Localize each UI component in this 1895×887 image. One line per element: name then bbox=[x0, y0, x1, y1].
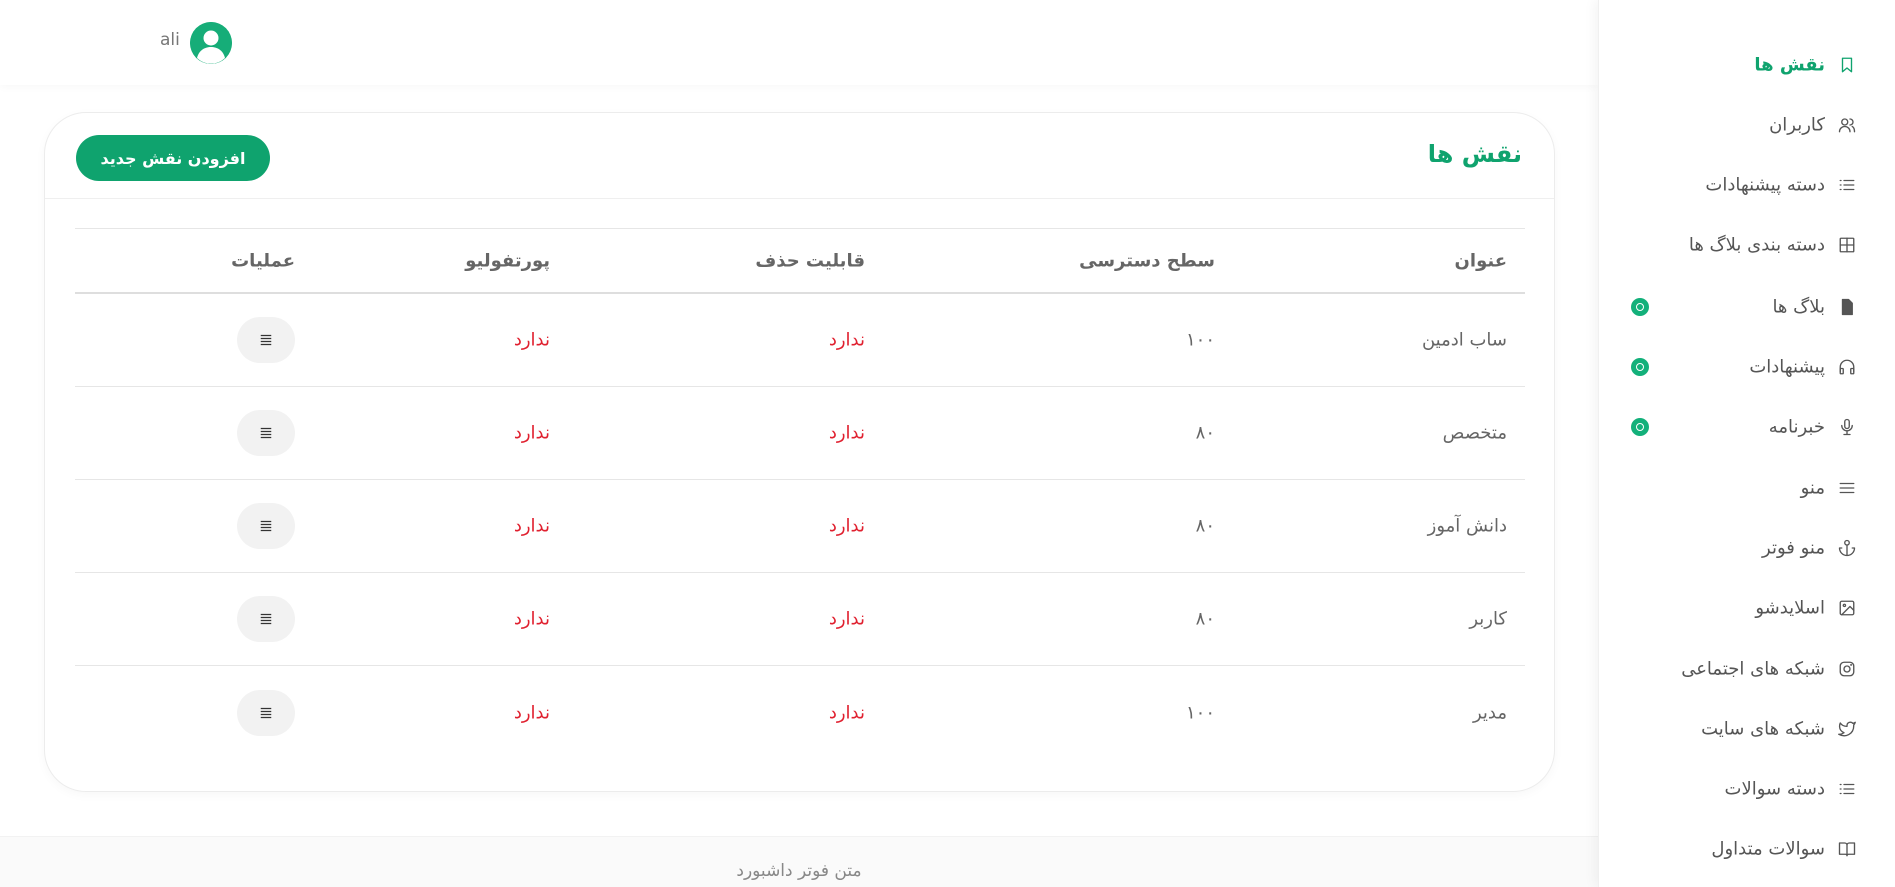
sidebar-item-newsletter[interactable]: خبرنامه bbox=[1598, 407, 1895, 447]
instagram-icon bbox=[1837, 659, 1857, 679]
avatar[interactable] bbox=[190, 22, 232, 64]
sidebar: نقش ها کاربران دسته پیشنهادات دسته بندی … bbox=[1598, 0, 1895, 887]
role-access-level: ۱۰۰ bbox=[1185, 329, 1215, 351]
menu-icon bbox=[260, 707, 272, 718]
book-icon bbox=[1837, 839, 1857, 859]
menu-icon bbox=[1837, 478, 1857, 498]
sidebar-item-slideshow[interactable]: اسلایدشو bbox=[1598, 588, 1895, 628]
role-portfolio: ندارد bbox=[513, 702, 550, 723]
status-badge bbox=[1631, 298, 1649, 316]
column-header-portfolio: پورتفولیو bbox=[465, 250, 550, 271]
sidebar-item-label: منو bbox=[1800, 477, 1825, 499]
sidebar-item-label: سوالات متداول bbox=[1711, 838, 1825, 860]
row-actions-button[interactable] bbox=[237, 689, 295, 736]
add-role-button[interactable]: افزودن نقش جدید bbox=[76, 135, 270, 181]
sidebar-item-label: بلاگ ها bbox=[1772, 296, 1825, 318]
microphone-icon bbox=[1837, 417, 1857, 437]
bookmark-icon bbox=[1837, 55, 1857, 75]
sidebar-item-label: دسته سوالات bbox=[1724, 778, 1826, 800]
role-deletable: ندارد bbox=[828, 702, 865, 723]
sidebar-item-offer-categories[interactable]: دسته پیشنهادات bbox=[1598, 165, 1895, 205]
footer: متن فوتر داشبورد bbox=[0, 836, 1598, 887]
page-title: نقش ها bbox=[1427, 140, 1522, 168]
sidebar-item-menu[interactable]: منو bbox=[1598, 468, 1895, 508]
role-title: دانش آموز bbox=[1427, 515, 1507, 537]
roles-card: نقش ها افزودن نقش جدید عنوان سطح دسترسی … bbox=[44, 112, 1555, 792]
sidebar-item-label: کاربران bbox=[1769, 114, 1825, 136]
sidebar-item-social-networks[interactable]: شبکه های اجتماعی bbox=[1598, 649, 1895, 689]
status-badge bbox=[1631, 358, 1649, 376]
user-name[interactable]: ali bbox=[160, 30, 180, 50]
sidebar-item-label: نقش ها bbox=[1754, 54, 1825, 76]
sidebar-item-label: دسته بندی بلاگ ها bbox=[1688, 234, 1825, 256]
row-actions-button[interactable] bbox=[237, 503, 295, 549]
role-title: مدیر bbox=[1472, 702, 1507, 723]
sidebar-item-label: دسته پیشنهادات bbox=[1705, 174, 1825, 196]
file-icon bbox=[1837, 297, 1857, 317]
menu-icon bbox=[260, 613, 272, 625]
sidebar-item-roles[interactable]: نقش ها bbox=[1598, 45, 1895, 85]
role-title: ساب ادمین bbox=[1421, 329, 1507, 351]
table-row: دانش آموز ۸۰ ندارد ندارد bbox=[75, 480, 1525, 573]
table-row: کاربر ۸۰ ندارد ندارد bbox=[75, 573, 1525, 666]
sidebar-item-blogs[interactable]: بلاگ ها bbox=[1598, 287, 1895, 327]
sidebar-item-label: شبکه های اجتماعی bbox=[1681, 658, 1825, 680]
role-deletable: ندارد bbox=[828, 329, 865, 351]
sidebar-item-question-categories[interactable]: دسته سوالات bbox=[1598, 769, 1895, 809]
sidebar-item-users[interactable]: کاربران bbox=[1598, 105, 1895, 145]
column-header-access-level: سطح دسترسی bbox=[1079, 250, 1215, 271]
sidebar-item-label: منو فوتر bbox=[1762, 537, 1825, 559]
role-portfolio: ندارد bbox=[513, 422, 550, 444]
menu-icon bbox=[260, 334, 272, 346]
role-access-level: ۸۰ bbox=[1195, 608, 1215, 630]
menu-icon bbox=[260, 520, 272, 532]
sidebar-item-label: پیشنهادات bbox=[1749, 356, 1825, 378]
table-row: متخصص ۸۰ ندارد ندارد bbox=[75, 387, 1525, 480]
row-actions-button[interactable] bbox=[237, 596, 295, 642]
column-header-operations: عملیات bbox=[231, 250, 295, 271]
sidebar-item-label: اسلایدشو bbox=[1755, 597, 1825, 619]
role-access-level: ۸۰ bbox=[1195, 515, 1215, 537]
footer-text: متن فوتر داشبورد bbox=[736, 861, 862, 881]
image-icon bbox=[1837, 598, 1857, 618]
sidebar-item-label: خبرنامه bbox=[1768, 416, 1825, 438]
status-badge bbox=[1631, 418, 1649, 436]
headphones-icon bbox=[1837, 357, 1857, 377]
role-access-level: ۱۰۰ bbox=[1185, 702, 1215, 723]
list-icon bbox=[1837, 779, 1857, 799]
top-header: ali bbox=[0, 0, 1598, 85]
sidebar-item-site-networks[interactable]: شبکه های سایت bbox=[1598, 709, 1895, 749]
grid-icon bbox=[1837, 235, 1857, 255]
list-icon bbox=[1837, 175, 1857, 195]
roles-table: عنوان سطح دسترسی قابلیت حذف پورتفولیو عم… bbox=[75, 228, 1525, 759]
column-header-title: عنوان bbox=[1454, 250, 1507, 271]
role-portfolio: ندارد bbox=[513, 608, 550, 630]
sidebar-item-label: شبکه های سایت bbox=[1701, 718, 1825, 740]
role-deletable: ندارد bbox=[828, 515, 865, 537]
role-title: کاربر bbox=[1469, 608, 1507, 630]
sidebar-item-offers[interactable]: پیشنهادات bbox=[1598, 347, 1895, 387]
role-deletable: ندارد bbox=[828, 608, 865, 630]
table-row: مدیر ۱۰۰ ندارد ندارد bbox=[75, 666, 1525, 759]
table-header: عنوان سطح دسترسی قابلیت حذف پورتفولیو عم… bbox=[75, 228, 1525, 294]
row-actions-button[interactable] bbox=[237, 410, 295, 456]
twitter-icon bbox=[1837, 719, 1857, 739]
table-row: ساب ادمین ۱۰۰ ندارد ندارد bbox=[75, 294, 1525, 387]
role-deletable: ندارد bbox=[828, 422, 865, 444]
sidebar-item-faq[interactable]: سوالات متداول bbox=[1598, 829, 1895, 869]
role-access-level: ۸۰ bbox=[1195, 422, 1215, 444]
role-portfolio: ندارد bbox=[513, 515, 550, 537]
users-icon bbox=[1837, 115, 1857, 135]
sidebar-item-blog-categories[interactable]: دسته بندی بلاگ ها bbox=[1598, 225, 1895, 265]
role-portfolio: ندارد bbox=[513, 329, 550, 351]
sidebar-item-footer-menu[interactable]: منو فوتر bbox=[1598, 528, 1895, 568]
menu-icon bbox=[260, 427, 272, 439]
divider bbox=[45, 198, 1554, 199]
anchor-icon bbox=[1837, 538, 1857, 558]
user-icon bbox=[190, 22, 232, 64]
row-actions-button[interactable] bbox=[237, 317, 295, 363]
column-header-deletable: قابلیت حذف bbox=[755, 250, 865, 271]
role-title: متخصص bbox=[1442, 422, 1507, 444]
